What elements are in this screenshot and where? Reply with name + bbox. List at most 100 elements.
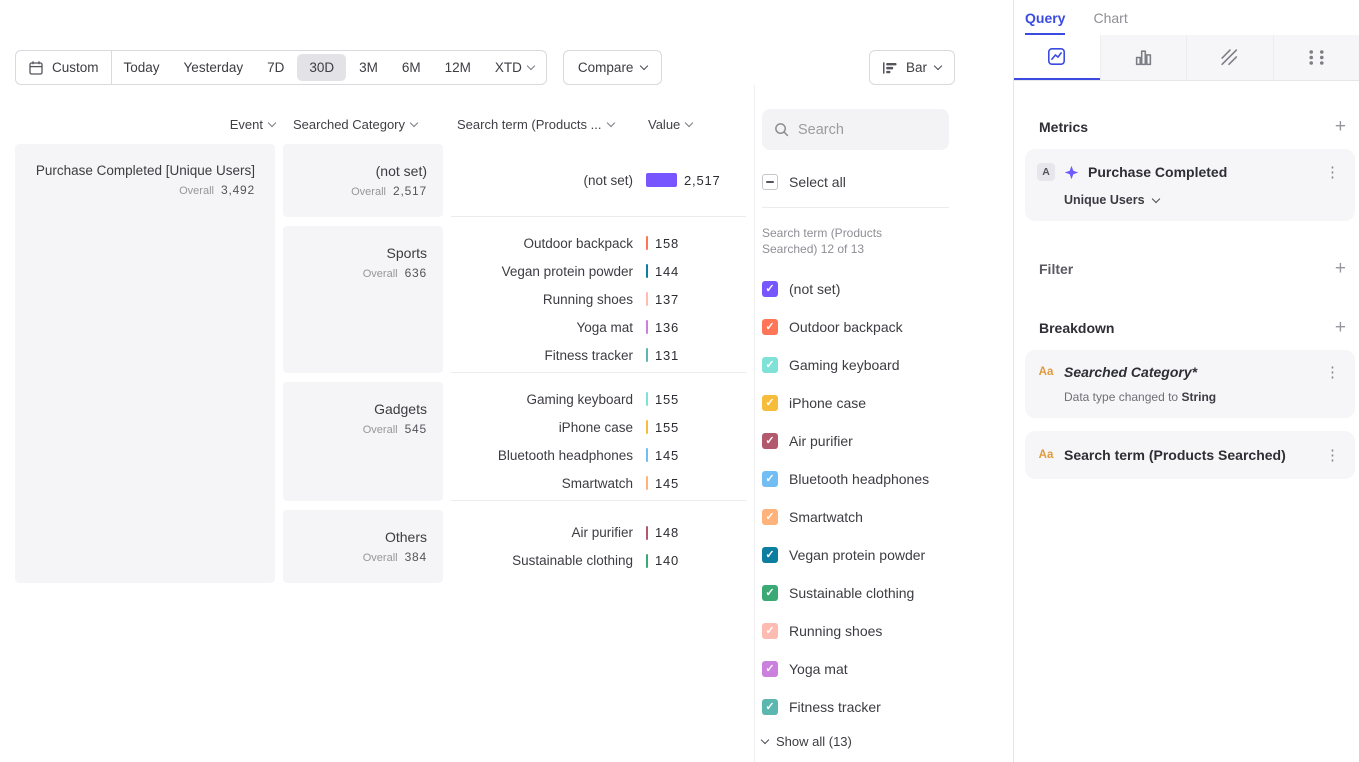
table-row[interactable]: Fitness tracker 131	[451, 341, 746, 369]
icon-tab-retention[interactable]	[1186, 35, 1273, 80]
segment-item[interactable]: ✓ Fitness tracker	[762, 688, 949, 726]
segment-item[interactable]: ✓ Bluetooth headphones	[762, 460, 949, 498]
segment-item[interactable]: ✓ Sustainable clothing	[762, 574, 949, 612]
bar-columns-icon	[1134, 48, 1153, 67]
segment-checkbox[interactable]: ✓	[762, 699, 778, 715]
value-cell: 155	[655, 392, 679, 407]
category-card[interactable]: (not set) Overall2,517	[283, 144, 443, 217]
select-all-checkbox[interactable]	[762, 174, 778, 190]
range-button-3m[interactable]: 3M	[347, 51, 390, 84]
segment-checkbox[interactable]: ✓	[762, 623, 778, 639]
overall-value: 636	[405, 266, 427, 280]
checkmark-icon: ✓	[765, 702, 774, 713]
breakdown-menu-button[interactable]: ⋮	[1322, 448, 1343, 463]
segment-item[interactable]: ✓ Yoga mat	[762, 650, 949, 688]
segment-checkbox[interactable]: ✓	[762, 281, 778, 297]
compare-button[interactable]: Compare	[563, 50, 663, 85]
breakdown-card[interactable]: Aa Searched Category* ⋮ Data type change…	[1025, 350, 1355, 418]
aggregation-selector[interactable]: Unique Users	[1064, 193, 1343, 207]
category-card[interactable]: Others Overall384	[283, 510, 443, 583]
segment-checkbox[interactable]: ✓	[762, 433, 778, 449]
range-button-yesterday[interactable]: Yesterday	[172, 51, 256, 84]
select-all[interactable]: Select all	[762, 174, 949, 190]
add-filter-button[interactable]: +	[1335, 259, 1346, 278]
show-all-button[interactable]: Show all (13)	[762, 734, 949, 749]
report-type-tabs	[1014, 35, 1359, 81]
checkmark-icon: ✓	[765, 474, 774, 485]
range-button-7d[interactable]: 7D	[255, 51, 296, 84]
insights-chart-icon	[1047, 47, 1066, 66]
table-row[interactable]: Smartwatch 145	[451, 469, 746, 497]
range-button-xtd[interactable]: XTD	[483, 51, 546, 84]
segment-item[interactable]: ✓ Gaming keyboard	[762, 346, 949, 384]
segment-item[interactable]: ✓ (not set)	[762, 270, 949, 308]
checkmark-icon: ✓	[765, 588, 774, 599]
table-row[interactable]: Air purifier 148	[451, 519, 746, 547]
table-row[interactable]: Gaming keyboard 155	[451, 385, 746, 413]
custom-date-button[interactable]: Custom	[16, 51, 111, 84]
metric-badge: A	[1037, 163, 1055, 181]
search-input[interactable]	[798, 122, 937, 138]
report-table: Event Searched Category Search term (Pro…	[0, 85, 755, 762]
panel-tabs: Query Chart	[1014, 0, 1359, 35]
segment-item[interactable]: ✓ Smartwatch	[762, 498, 949, 536]
metric-menu-button[interactable]: ⋮	[1322, 165, 1343, 180]
segment-checkbox[interactable]: ✓	[762, 585, 778, 601]
segment-item[interactable]: ✓ iPhone case	[762, 384, 949, 422]
icon-tab-insights[interactable]	[1014, 35, 1100, 80]
value-cell: 131	[655, 348, 679, 363]
breakdown-card[interactable]: Aa Search term (Products Searched) ⋮	[1025, 431, 1355, 479]
report-grid: Purchase Completed [Unique Users] Overal…	[15, 144, 746, 583]
metric-name: Purchase Completed	[1088, 164, 1313, 180]
chart-type-button[interactable]: Bar	[869, 50, 955, 85]
table-row[interactable]: (not set) 2,517	[451, 166, 746, 194]
range-button-today[interactable]: Today	[112, 51, 172, 84]
table-row[interactable]: Running shoes 137	[451, 285, 746, 313]
segment-checkbox[interactable]: ✓	[762, 319, 778, 335]
range-button-6m[interactable]: 6M	[390, 51, 433, 84]
search-term-cell: Smartwatch	[451, 476, 646, 491]
column-header-search-term[interactable]: Search term (Products ...	[451, 117, 646, 132]
add-breakdown-button[interactable]: +	[1335, 318, 1346, 337]
segment-checkbox[interactable]: ✓	[762, 395, 778, 411]
search-box[interactable]	[762, 109, 949, 150]
string-type-icon: Aa	[1037, 366, 1055, 378]
tab-query[interactable]: Query	[1025, 10, 1065, 35]
chevron-down-icon	[268, 119, 276, 127]
filter-section-header: Filter +	[1025, 259, 1355, 278]
segment-checkbox[interactable]: ✓	[762, 471, 778, 487]
range-button-12m[interactable]: 12M	[433, 51, 483, 84]
search-term-cell: Fitness tracker	[451, 348, 646, 363]
metric-card[interactable]: A Purchase Completed ⋮ Unique Users	[1025, 149, 1355, 221]
segment-label: Smartwatch	[789, 509, 863, 525]
add-metric-button[interactable]: +	[1335, 117, 1346, 136]
table-row[interactable]: Sustainable clothing 140	[451, 547, 746, 575]
segment-checkbox[interactable]: ✓	[762, 547, 778, 563]
event-card[interactable]: Purchase Completed [Unique Users] Overal…	[15, 144, 275, 583]
column-header-event[interactable]: Event	[15, 117, 275, 132]
segment-item[interactable]: ✓ Vegan protein powder	[762, 536, 949, 574]
segment-item[interactable]: ✓ Outdoor backpack	[762, 308, 949, 346]
breakdown-menu-button[interactable]: ⋮	[1322, 365, 1343, 380]
content-row: Event Searched Category Search term (Pro…	[0, 85, 1013, 762]
icon-tab-bar-report[interactable]	[1100, 35, 1187, 80]
table-row[interactable]: iPhone case 155	[451, 413, 746, 441]
segment-checkbox[interactable]: ✓	[762, 661, 778, 677]
category-card[interactable]: Sports Overall636	[283, 226, 443, 373]
segment-item[interactable]: ✓ Running shoes	[762, 612, 949, 650]
segment-checkbox[interactable]: ✓	[762, 509, 778, 525]
table-row[interactable]: Outdoor backpack 158	[451, 229, 746, 257]
segment-list-label: Search term (Products Searched) 12 of 13	[762, 225, 927, 257]
segment-item[interactable]: ✓ Air purifier	[762, 422, 949, 460]
table-row[interactable]: Bluetooth headphones 145	[451, 441, 746, 469]
column-header-category[interactable]: Searched Category	[283, 117, 443, 132]
icon-tab-flows[interactable]	[1273, 35, 1359, 80]
segment-checkbox[interactable]: ✓	[762, 357, 778, 373]
column-header-value[interactable]: Value	[646, 117, 746, 132]
category-card[interactable]: Gadgets Overall545	[283, 382, 443, 501]
table-row[interactable]: Vegan protein powder 144	[451, 257, 746, 285]
tab-chart[interactable]: Chart	[1093, 10, 1127, 35]
table-row[interactable]: Yoga mat 136	[451, 313, 746, 341]
range-button-30d-selected[interactable]: 30D	[297, 54, 346, 81]
category-group: Others Overall384 Air purifier 148 Susta…	[283, 510, 746, 583]
